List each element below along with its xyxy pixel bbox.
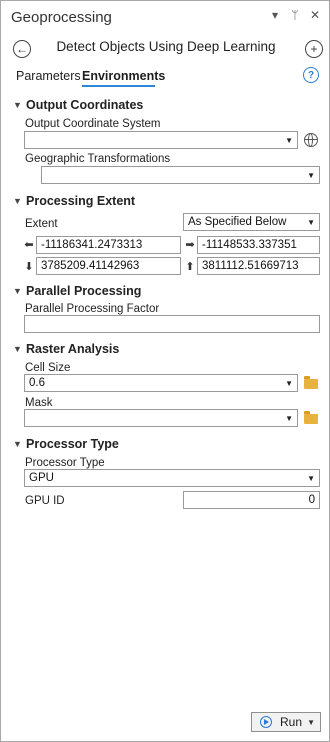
help-icon[interactable]: ? [303,67,319,83]
pin-icon[interactable]: ᛘ [289,8,301,22]
section-parallel-processing[interactable]: ▼ Parallel Processing [13,284,141,298]
chevron-down-icon: ▼ [285,379,293,388]
section-processor-type[interactable]: ▼ Processor Type [13,437,119,451]
collapse-caret-icon: ▼ [13,344,22,354]
collapse-caret-icon: ▼ [13,286,22,296]
output-coordinate-system-dropdown[interactable]: ▼ [24,131,298,149]
play-icon [260,716,272,728]
processor-type-dropdown[interactable]: GPU ▼ [24,469,320,487]
run-button-label: Run [280,715,303,729]
chevron-down-icon[interactable]: ▼ [307,718,315,727]
pane-options-icon[interactable]: ▾ [269,8,281,22]
left-arrow-icon: ⬅ [24,239,34,251]
cell-size-label: Cell Size [25,362,71,374]
mask-label: Mask [25,397,53,409]
folder-icon[interactable] [304,411,318,424]
extent-label: Extent [25,218,58,230]
collapse-caret-icon: ▼ [13,439,22,449]
tab-parameters[interactable]: Parameters [16,69,81,83]
chevron-down-icon: ▼ [307,474,315,483]
processor-type-label: Processor Type [25,457,105,469]
add-icon[interactable]: + [305,40,323,58]
section-output-coordinates[interactable]: ▼ Output Coordinates [13,98,143,112]
chevron-down-icon: ▼ [307,218,315,227]
output-coordinate-system-label: Output Coordinate System [25,118,161,130]
geographic-transformations-dropdown[interactable]: ▼ [41,166,320,184]
extent-left-input[interactable]: -11186341.2473313 [36,236,181,254]
tab-environments[interactable]: Environments [82,69,165,83]
folder-icon[interactable] [304,376,318,389]
pane-title-controls: ▾ ᛘ ✕ [269,8,321,22]
geographic-transformations-label: Geographic Transformations [25,153,171,165]
cell-size-dropdown[interactable]: 0.6 ▼ [24,374,298,392]
pane-title: Geoprocessing [11,9,112,26]
extent-bottom-input[interactable]: 3785209.41142963 [36,257,181,275]
parallel-processing-factor-input[interactable] [24,315,320,333]
section-raster-analysis[interactable]: ▼ Raster Analysis [13,342,119,356]
chevron-down-icon: ▼ [307,171,315,180]
up-arrow-icon: ⬆ [185,261,195,273]
right-arrow-icon: ➡ [185,239,195,251]
chevron-down-icon: ▼ [285,414,293,423]
close-icon[interactable]: ✕ [309,8,321,22]
extent-dropdown[interactable]: As Specified Below ▼ [183,213,320,231]
section-processing-extent[interactable]: ▼ Processing Extent [13,194,135,208]
active-tab-indicator [82,85,155,87]
geoprocessing-pane: Geoprocessing ▾ ᛘ ✕ ← Detect Objects Usi… [0,0,330,742]
gpu-id-label: GPU ID [25,495,65,507]
extent-top-input[interactable]: 3811112.51669713 [197,257,320,275]
chevron-down-icon: ▼ [285,136,293,145]
collapse-caret-icon: ▼ [13,196,22,206]
parallel-processing-factor-label: Parallel Processing Factor [25,303,160,315]
gpu-id-input[interactable]: 0 [183,491,320,509]
collapse-caret-icon: ▼ [13,100,22,110]
mask-dropdown[interactable]: ▼ [24,409,298,427]
tool-title: Detect Objects Using Deep Learning [56,39,276,54]
run-button[interactable]: Run ▼ [251,712,321,732]
extent-right-input[interactable]: -11148533.337351 [197,236,320,254]
down-arrow-icon: ⬇ [24,261,34,273]
globe-icon[interactable] [304,133,318,147]
